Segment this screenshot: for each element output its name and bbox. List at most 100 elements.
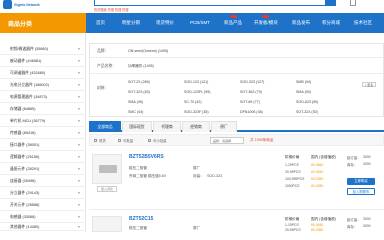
- package-option[interactable]: SOD-123FL (99): [184, 90, 210, 94]
- package-option[interactable]: SOD-523 (50): [296, 100, 318, 104]
- package-option[interactable]: SMB (94): [296, 80, 311, 84]
- product-brand[interactable]: 原厂: [193, 226, 200, 231]
- product-brand[interactable]: 原厂: [193, 166, 200, 171]
- in-stock-checkbox[interactable]: [94, 139, 97, 142]
- search-input[interactable]: [94, 0, 326, 6]
- sidebar-item[interactable]: 分立器件 (29143) ▾: [0, 187, 86, 199]
- more-packages-button[interactable]: + 更多: [362, 82, 376, 87]
- price-header: 阶梯价格: [285, 155, 300, 159]
- brand-filter-value[interactable]: ON semi(Onsemi) (1495): [128, 49, 168, 53]
- chevron-down-icon: ▾: [78, 131, 80, 135]
- add-to-cart-button[interactable]: 加入购物车: [347, 188, 375, 195]
- chip-icon: [99, 165, 117, 173]
- logo-text: Gigmic Network: [14, 3, 40, 7]
- package-option[interactable]: SOT-323 (83): [128, 90, 150, 94]
- package-option[interactable]: SOT-89 (77): [240, 100, 260, 104]
- chevron-down-icon: ▾: [78, 95, 80, 99]
- hot-search-words[interactable]: 热词搜索 热搜 热搜 热搜: [94, 7, 129, 12]
- sidebar-item[interactable]: 存储器 (84865) ▾: [0, 103, 86, 115]
- type-filter-label: 产品名称：: [97, 64, 116, 68]
- nav-item-pcb-smt[interactable]: PCB/SMT: [190, 13, 210, 33]
- tab-international-stock[interactable]: 国际现货: [122, 121, 152, 132]
- product-image[interactable]: [92, 216, 122, 232]
- chevron-down-icon: ▾: [78, 191, 80, 195]
- sidebar-item-label: 电源管理器件 (34873): [10, 95, 47, 99]
- nav-item-stock-special[interactable]: 现货特价: [156, 13, 174, 33]
- small-batch-label: 可小批量: [153, 139, 167, 143]
- product-card: BZT52C15 稳压二极管 原厂 阶梯价格 国内 (含增值税) 1-19PCS…: [89, 210, 384, 232]
- type-filter-row: 产品名称： 功率器件 (1495): [90, 58, 384, 74]
- tab-all[interactable]: 全部商品: [89, 121, 121, 132]
- sidebar-item[interactable]: 单片机 MCU (36779) ▾: [0, 115, 86, 127]
- package-option[interactable]: SOT-23 (289): [128, 80, 150, 84]
- sidebar-item-label: 晶振元件 (28291): [10, 167, 40, 171]
- sidebar-item[interactable]: 可调谐器件 (432680) ▾: [0, 67, 86, 79]
- product-card: 加入对比 BZT52B5V6RS 稳压二极管 原厂 齐纳二极管 稳压值5.6V …: [89, 148, 384, 210]
- stock-value: 3000: [363, 224, 371, 228]
- filter-panel: 品牌： ON semi(Onsemi) (1495) 产品名称： 功率器件 (1…: [89, 43, 384, 117]
- package-option[interactable]: SOD-323 (127): [240, 80, 264, 84]
- sidebar-item[interactable]: 接口器件 (38051) ▾: [0, 139, 86, 151]
- nav-item-star-distribution[interactable]: 明星分销: [122, 13, 140, 33]
- nav-item-home[interactable]: 首页: [96, 13, 105, 33]
- buy-now-button[interactable]: 立即购买: [347, 178, 375, 185]
- sidebar-item[interactable]: 传感器 (89418) ▾: [0, 127, 86, 139]
- sidebar-item[interactable]: 光电分立器件 (186002) ▾: [0, 79, 86, 91]
- chevron-down-icon: ▾: [78, 83, 80, 87]
- tier-price: ¥0.0280: [311, 184, 324, 188]
- package-option[interactable]: SOT-363 (79): [240, 90, 262, 94]
- tab-distributor[interactable]: 经销商: [182, 121, 210, 132]
- sidebar-item-label: 光电分立器件 (186002): [10, 83, 50, 87]
- package-option[interactable]: SOD-323F (35): [184, 110, 209, 114]
- logo[interactable]: Gigmic Network: [3, 0, 43, 10]
- package-option[interactable]: SMC (44): [128, 110, 143, 114]
- tier-qty: 1000PCS: [285, 184, 300, 188]
- nav-item-points-mall[interactable]: 积分商城: [322, 13, 340, 33]
- package-option[interactable]: SMA (90): [296, 90, 311, 94]
- package-option[interactable]: SC-70 (42): [184, 100, 202, 104]
- logo-mark: [3, 0, 12, 9]
- sidebar-item-label: 逻辑器件 (25156): [10, 155, 40, 159]
- tier-price: ¥0.0450: [311, 170, 324, 174]
- product-category: 稳压二极管: [129, 226, 147, 230]
- stock-label: 库存：: [347, 225, 358, 229]
- tab-agent[interactable]: 代理商: [153, 121, 181, 132]
- sidebar-item[interactable]: 连接器 (26498) ▾: [0, 175, 86, 187]
- brand-select[interactable]: 品牌：请选择: [210, 137, 244, 144]
- stock-label: 库存：: [347, 163, 358, 167]
- tab-manufacturer[interactable]: 原厂: [211, 121, 237, 132]
- part-number[interactable]: BZT52C15: [129, 216, 153, 222]
- sidebar-item[interactable]: 射频/微波器件 (35860) ▾: [0, 43, 86, 55]
- sidebar-item-label: 射频/微波器件 (35860): [10, 47, 48, 51]
- package-option[interactable]: SOD-123 (121): [184, 80, 208, 84]
- package-option[interactable]: DFN1006 (36): [240, 110, 263, 114]
- type-filter-value[interactable]: 功率器件 (1495): [128, 64, 154, 69]
- nav-item-new-release[interactable]: 新品发布: [292, 13, 310, 33]
- category-header[interactable]: 商品分类: [0, 13, 86, 33]
- package-option[interactable]: SOT-323 (30): [296, 110, 318, 114]
- top-bar: Gigmic Network 热词搜索 热搜 热搜 热搜: [0, 0, 384, 13]
- sidebar-item[interactable]: 逻辑器件 (25156) ▾: [0, 151, 86, 163]
- sidebar-item[interactable]: 开关元件 (28588) ▾: [0, 199, 86, 211]
- product-image[interactable]: [92, 154, 122, 184]
- compare-button[interactable]: 加入对比: [97, 186, 117, 192]
- small-batch-checkbox[interactable]: [148, 139, 151, 142]
- package-value: SOD-323: [207, 174, 222, 178]
- sidebar-item-label: 其他器件 (14080): [10, 225, 40, 229]
- tier-qty: 20-99PCS: [285, 170, 301, 174]
- sidebar-item[interactable]: 电源管理器件 (34873) ▾: [0, 91, 86, 103]
- stock-value: 3000: [363, 162, 371, 166]
- sidebar-item[interactable]: 其他器件 (14080) ▾: [0, 221, 86, 231]
- sidebar-item[interactable]: 晶振元件 (28291) ▾: [0, 163, 86, 175]
- sidebar-item[interactable]: 被动器件 (446581) ▾: [0, 55, 86, 67]
- bulk-checkbox[interactable]: [118, 139, 121, 142]
- category-title: 商品分类: [8, 22, 33, 28]
- search-button[interactable]: [326, 0, 336, 6]
- package-filter-row: 封装： SOT-23 (289) SOD-123 (121) SOD-323 (…: [90, 74, 384, 118]
- nav-item-tech-community[interactable]: 技术社区: [354, 13, 372, 33]
- package-option[interactable]: SMA (45): [128, 100, 143, 104]
- part-number[interactable]: BZT52B5V6RS: [129, 154, 164, 160]
- bulk-label: 可批量: [123, 139, 134, 143]
- cart-icon[interactable]: [350, 0, 356, 6]
- main-nav: 商品分类 首页 明星分销 现货特价 PCB/SMT 新品产品 开发板/模块 新品…: [0, 13, 384, 33]
